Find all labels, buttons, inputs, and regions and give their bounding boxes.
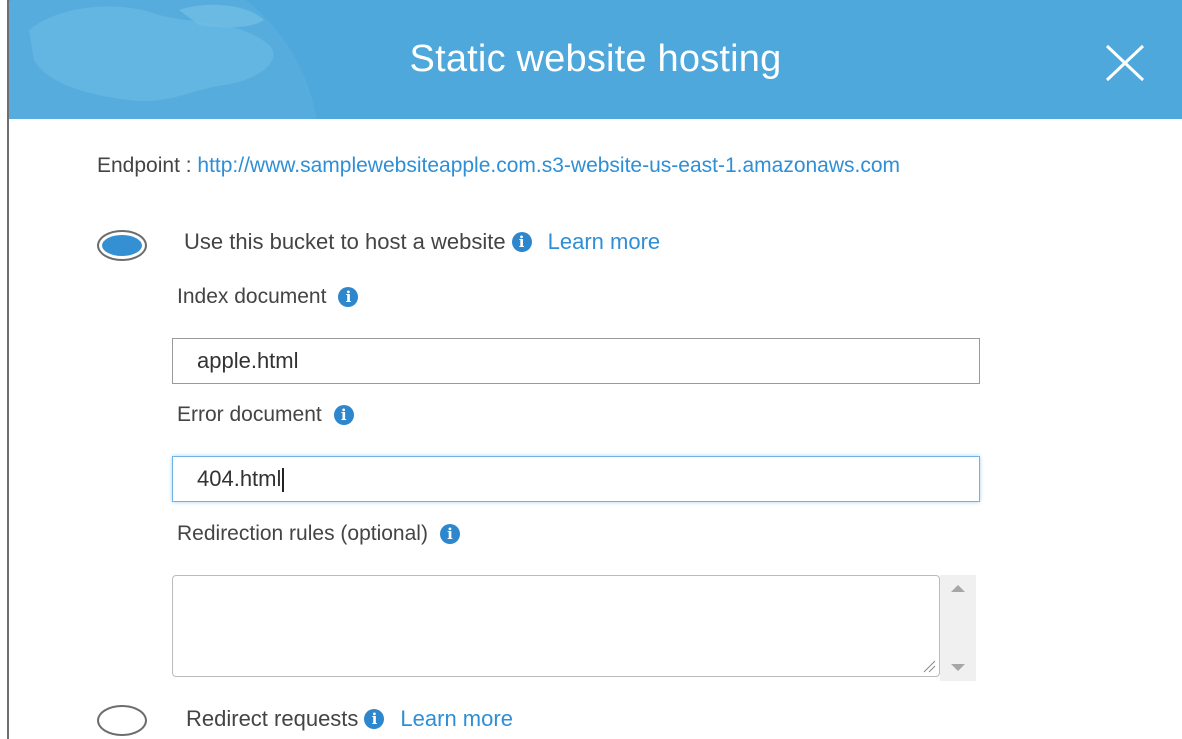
dialog-title: Static website hosting [409,38,782,80]
index-document-label: Index document [177,285,327,308]
host-website-radio[interactable] [97,230,147,261]
text-caret [282,468,285,493]
info-icon[interactable]: i [364,709,385,729]
index-document-label-row: Index document i [177,285,359,309]
index-document-input[interactable]: apple.html [172,338,980,384]
radio-selected-dot [102,235,142,256]
error-document-label-row: Error document i [177,403,354,427]
redirect-requests-label: Redirect requests [186,706,359,731]
resize-grip-icon[interactable] [922,659,936,673]
scroll-up-arrow-icon[interactable] [951,585,965,592]
endpoint-label: Endpoint : [97,154,198,177]
info-icon[interactable]: i [511,232,532,252]
redirection-rules-textarea[interactable] [172,575,940,677]
redirection-rules-label-row: Redirection rules (optional) i [177,522,460,546]
learn-more-link[interactable]: Learn more [548,229,661,255]
info-icon[interactable]: i [439,524,460,544]
learn-more-link[interactable]: Learn more [400,706,513,732]
error-document-input[interactable]: 404.html [172,456,980,502]
host-website-option: Use this bucket to host a website i Lear… [184,229,660,255]
close-icon[interactable] [1099,40,1151,86]
error-document-label: Error document [177,403,322,426]
scroll-down-arrow-icon[interactable] [951,664,965,671]
info-icon[interactable]: i [338,287,359,307]
dialog-header: Static website hosting [9,0,1182,119]
endpoint-link[interactable]: http://www.samplewebsiteapple.com.s3-web… [197,154,900,177]
redirect-requests-radio[interactable] [97,705,147,736]
redirect-requests-option: Redirect requests i Learn more [186,706,513,732]
error-document-value: 404.html [197,466,282,491]
index-document-value: apple.html [197,348,299,373]
endpoint-info: Endpoint : http://www.samplewebsiteapple… [97,152,1077,180]
host-website-label: Use this bucket to host a website [184,229,506,254]
info-icon[interactable]: i [333,405,354,425]
redirection-rules-label: Redirection rules (optional) [177,522,428,545]
textarea-scrollbar[interactable] [940,575,976,681]
